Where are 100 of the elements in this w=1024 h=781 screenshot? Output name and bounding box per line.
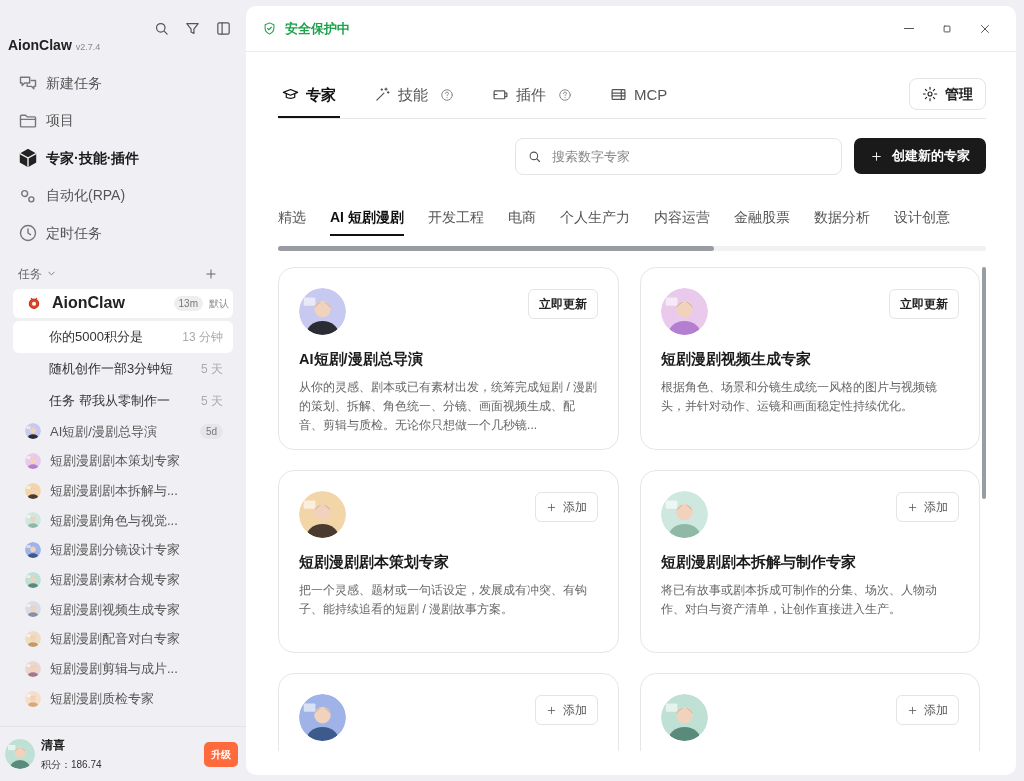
expert-item[interactable]: 短剧漫剧剧本拆解与... xyxy=(13,475,233,506)
expert-item[interactable]: 短剧漫剧配音对白专家 xyxy=(13,624,233,654)
sidebar-toggle-icon xyxy=(215,20,232,37)
shield-check-icon xyxy=(262,21,277,36)
plus-icon xyxy=(204,266,218,281)
card-description: 把一个灵感、题材或一句话设定，发展成有冲突、有钩子、能持续追看的短剧 / 漫剧故事方案。 xyxy=(299,581,588,618)
search-icon xyxy=(527,149,542,164)
app-name: AionClaw xyxy=(8,36,72,55)
card-title: 短剧漫剧剧本拆解与制作专家 xyxy=(660,553,857,572)
expert-item[interactable]: 短剧漫剧视频生成专家 xyxy=(13,594,233,625)
task-row[interactable]: 任务 帮我从零制作一 5 天 xyxy=(13,384,233,417)
expert-card[interactable]: 立即更新 短剧漫剧视频生成专家 根据角色、场景和分镜生成统一风格的图片与视频镜头，并针对动作、运镜和画面稳定性持续优化。 xyxy=(639,267,980,450)
security-status: 安全保护中 xyxy=(285,19,350,38)
expert-item[interactable]: 短剧漫剧素材合规专家 xyxy=(13,564,233,595)
expert-item[interactable]: 短剧漫剧分镜设计专家 xyxy=(13,535,233,565)
nav-item[interactable]: 定时任务 xyxy=(12,216,234,251)
card-description: 根据角色、场景和分镜生成统一风格的图片与视频镜头，并针对动作、运镜和画面稳定性持续优化。 xyxy=(660,378,938,415)
nav-item[interactable]: 项目 xyxy=(12,103,234,138)
category-tab[interactable]: 开发工程 xyxy=(427,207,484,236)
clock-icon xyxy=(18,223,38,244)
horizontal-scrollbar[interactable] xyxy=(278,246,714,251)
expert-card[interactable]: 添加 xyxy=(278,673,619,751)
settings-icon xyxy=(922,86,938,102)
expert-item[interactable]: 短剧漫剧角色与视觉... xyxy=(13,505,233,536)
task-title: 任务 帮我从零制作一 xyxy=(49,391,170,410)
category-tab[interactable]: 设计创意 xyxy=(893,207,950,236)
nav-item[interactable]: 专家·技能·插件 xyxy=(12,141,234,176)
expert-item[interactable]: AI短剧/漫剧总导演 5d xyxy=(13,416,233,447)
expert-card[interactable]: 添加 短剧漫剧剧本策划专家 把一个灵感、题材或一句话设定，发展成有冲突、有钩子、能持续追看的短剧 / 漫剧故事方案。 xyxy=(278,470,619,653)
card-title: 短剧漫剧剧本策划专家 xyxy=(299,553,450,572)
cube-icon xyxy=(18,148,38,169)
add-button[interactable]: 添加 xyxy=(896,492,959,522)
card-title: AI短剧/漫剧总导演 xyxy=(299,350,424,369)
expert-name: 短剧漫剧剪辑与成片... xyxy=(50,660,179,679)
version-label: v2.7.4 xyxy=(75,41,101,54)
create-expert-button[interactable]: 创建新的专家 xyxy=(854,138,986,174)
category-tab[interactable]: 内容运营 xyxy=(653,207,710,236)
add-button[interactable]: 添加 xyxy=(896,695,959,725)
search-icon xyxy=(153,20,170,37)
expert-name: 短剧漫剧剧本拆解与... xyxy=(50,481,179,500)
plus-icon xyxy=(545,704,557,716)
add-button[interactable]: 添加 xyxy=(534,695,598,725)
agent-name: AionClaw xyxy=(52,293,126,313)
default-tag: 默认 xyxy=(209,295,229,311)
expert-name: 短剧漫剧配音对白专家 xyxy=(50,630,181,649)
nav-item[interactable]: 自动化(RPA) xyxy=(12,178,234,213)
expert-name: AI短剧/漫剧总导演 xyxy=(50,422,158,441)
plus-icon xyxy=(545,501,557,513)
expert-card[interactable]: 立即更新 AI短剧/漫剧总导演 从你的灵感、剧本或已有素材出发，统筹完成短剧 / 漫剧的策划、拆解、角色统一、分镜、画面视频生成、配音、剪辑与质检。无论你只想做一个几秒镜... xyxy=(278,267,619,450)
expert-name: 短剧漫剧视频生成专家 xyxy=(50,600,181,619)
task-title: 你的5000积分是 xyxy=(49,327,143,346)
tab[interactable]: 技能 xyxy=(370,79,458,118)
task-time: 13 分钟 xyxy=(182,328,223,346)
expert-name: 短剧漫剧剧本策划专家 xyxy=(50,452,181,471)
card-description: 将已有故事或剧本拆成可制作的分集、场次、人物动作、对白与资产清单，让创作直接进入生产。 xyxy=(660,581,938,618)
expert-name: 短剧漫剧质检专家 xyxy=(50,689,155,708)
category-tab[interactable]: 金融股票 xyxy=(733,207,790,236)
vertical-scrollbar[interactable] xyxy=(982,267,986,499)
task-time: 5 天 xyxy=(201,360,223,378)
card-description: 从你的灵感、剧本或已有素材出发，统筹完成短剧 / 漫剧的策划、拆解、角色统一、分镜、画面视频生成、配音、剪辑与质检。无论你只想做一个几秒镜... xyxy=(299,378,598,434)
expert-item[interactable]: 短剧漫剧质检专家 xyxy=(13,683,233,714)
task-row[interactable]: 随机创作一部3分钟短 5 天 xyxy=(13,352,233,385)
add-button[interactable]: 添加 xyxy=(534,492,598,522)
category-tab[interactable]: 电商 xyxy=(507,207,536,236)
tab[interactable]: 专家 xyxy=(278,79,340,118)
card-title: 短剧漫剧视频生成专家 xyxy=(660,350,812,369)
filter-icon xyxy=(184,20,201,37)
expert-name: 短剧漫剧分镜设计专家 xyxy=(50,541,181,560)
time-badge: 13m xyxy=(173,295,203,311)
nav-item[interactable]: 新建任务 xyxy=(12,66,234,101)
task-time: 5 天 xyxy=(201,392,223,410)
magic-wand-icon xyxy=(374,86,391,104)
expert-name: 短剧漫剧素材合规专家 xyxy=(50,571,181,590)
plus-icon xyxy=(870,149,883,163)
bug-mascot-icon xyxy=(26,295,42,311)
task-title: 随机创作一部3分钟短 xyxy=(49,359,174,378)
category-tab[interactable]: AI 短剧漫剧 xyxy=(330,207,404,236)
tab[interactable]: 插件 xyxy=(488,79,576,118)
category-tab[interactable]: 数据分析 xyxy=(813,207,870,236)
expert-card[interactable]: 添加 短剧漫剧剧本拆解与制作专家 将已有故事或剧本拆成可制作的分集、场次、人物动作、对白与资产清单，让创作直接进入生产。 xyxy=(639,470,980,653)
agent-row[interactable]: AionClaw 13m 默认 xyxy=(13,288,233,318)
expert-name: 短剧漫剧角色与视觉... xyxy=(50,511,179,530)
update-button[interactable]: 立即更新 xyxy=(889,289,959,319)
points-label: 积分：186.74 xyxy=(41,758,103,772)
expert-item[interactable]: 短剧漫剧剧本策划专家 xyxy=(13,446,233,476)
task-row[interactable]: 你的5000积分是 13 分钟 xyxy=(13,320,233,353)
minimize-icon xyxy=(904,27,914,30)
expert-item[interactable]: 短剧漫剧剪辑与成片... xyxy=(13,654,233,684)
category-tab[interactable]: 精选 xyxy=(278,207,306,236)
update-button[interactable]: 立即更新 xyxy=(527,289,598,319)
search-field[interactable]: 搜索数字专家 xyxy=(515,138,842,175)
user-name: 清喜 xyxy=(41,737,66,754)
manage-button[interactable]: 管理 xyxy=(909,78,986,110)
plus-icon xyxy=(907,501,918,513)
plus-icon xyxy=(907,704,918,716)
tab[interactable]: MCP xyxy=(606,79,672,118)
tasks-section-toggle[interactable]: 任务 xyxy=(18,264,57,283)
expert-card[interactable]: 添加 xyxy=(639,673,980,751)
time-badge: 5d xyxy=(199,423,223,439)
category-tab[interactable]: 个人生产力 xyxy=(559,207,630,236)
